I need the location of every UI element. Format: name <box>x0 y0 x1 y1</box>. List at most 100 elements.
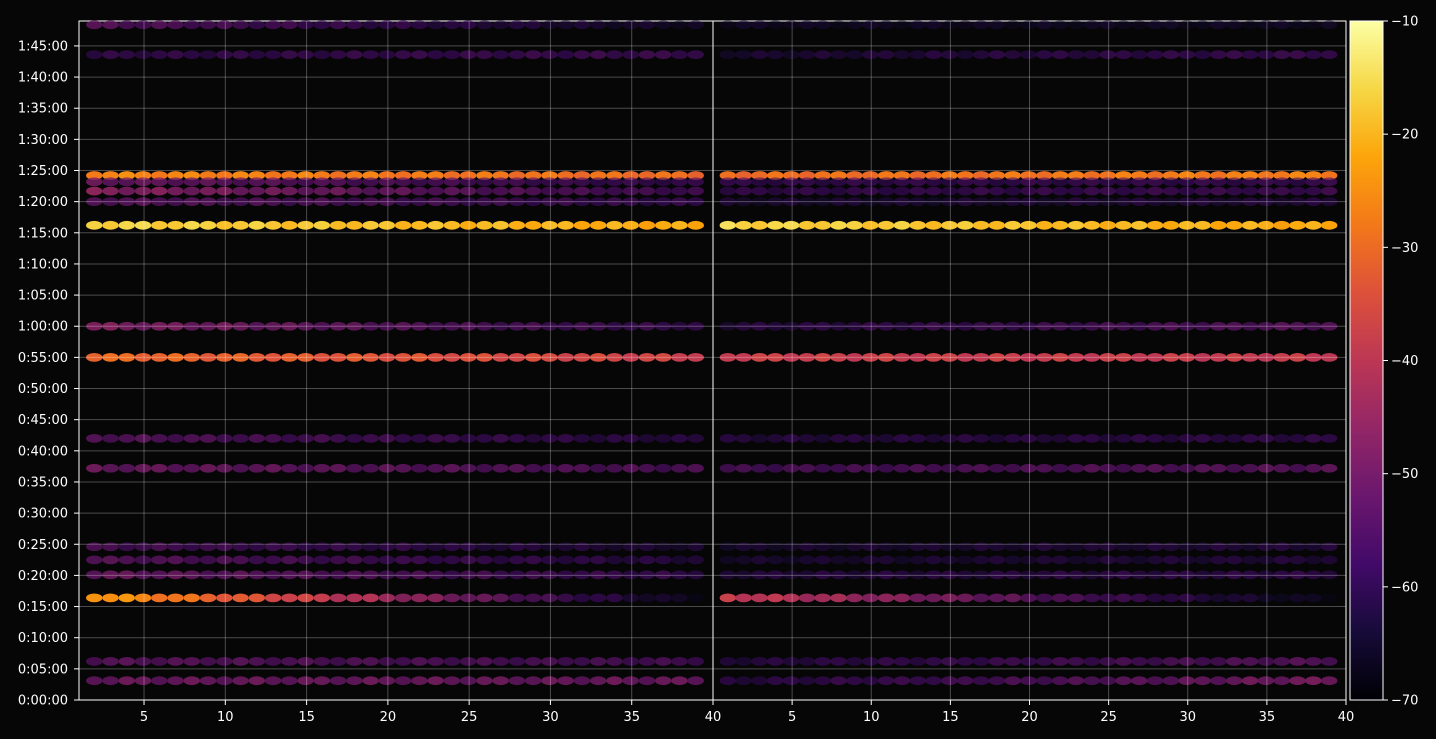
heat-cell <box>459 433 477 443</box>
heat-cell <box>459 177 477 187</box>
heat-cell <box>798 463 816 473</box>
heat-cell <box>151 50 168 60</box>
heat-cell <box>1036 177 1053 187</box>
heat-cell <box>830 555 847 565</box>
heat-cell <box>909 570 926 580</box>
heat-cell <box>297 20 314 30</box>
heat-cell <box>1051 656 1069 666</box>
heat-cell <box>877 542 895 552</box>
heat-cell <box>846 220 863 230</box>
heat-cell <box>281 463 298 473</box>
heat-cell <box>411 542 428 552</box>
heat-cell <box>622 50 639 60</box>
heat-cell <box>151 676 168 686</box>
heat-cell <box>1162 555 1180 565</box>
heat-cell <box>638 593 656 603</box>
heat-cell <box>1036 463 1053 473</box>
heat-cell <box>782 570 800 580</box>
heat-cell <box>1305 50 1322 60</box>
heat-cell <box>814 186 831 196</box>
heat-cell <box>1020 570 1037 580</box>
heat-cell <box>118 656 135 666</box>
heat-cell <box>1067 656 1085 666</box>
heat-cell <box>1320 656 1338 666</box>
heat-cell <box>909 177 926 187</box>
heat-cell <box>1115 656 1132 666</box>
heat-cell <box>1115 50 1132 60</box>
heat-cell <box>1115 570 1132 580</box>
heat-cell <box>972 463 990 473</box>
heat-cell <box>492 676 509 686</box>
y-tick-label: 1:00:00 <box>18 320 68 335</box>
heat-cell <box>671 656 688 666</box>
heat-cell <box>606 656 623 666</box>
heat-cell <box>167 186 184 196</box>
heat-cell <box>1020 186 1037 196</box>
heat-cell <box>541 433 558 443</box>
heat-cell <box>329 570 347 580</box>
heat-cell <box>862 463 879 473</box>
heat-cell <box>1289 20 1306 30</box>
heat-cell <box>1289 186 1306 196</box>
heat-cell <box>86 433 103 443</box>
heat-cell <box>1036 593 1053 603</box>
colorbar-tick-label: −10 <box>1391 15 1418 30</box>
heat-cell <box>248 177 266 187</box>
heat-cell <box>1004 593 1021 603</box>
heat-cell <box>1320 186 1338 196</box>
heat-cell <box>814 177 831 187</box>
heat-cell <box>719 593 737 603</box>
heat-cell <box>541 220 558 230</box>
heat-cell <box>281 177 298 187</box>
heat-cell <box>1036 20 1053 30</box>
heat-cell <box>134 433 152 443</box>
heat-cell <box>459 676 477 686</box>
heat-cell <box>1273 20 1290 30</box>
heat-cell <box>846 676 863 686</box>
heat-cell <box>362 20 379 30</box>
heat-cell <box>167 555 184 565</box>
heat-cell <box>232 20 249 30</box>
heat-cell <box>1194 220 1211 230</box>
heat-cell <box>476 593 493 603</box>
heat-cell <box>459 555 477 565</box>
heat-cell <box>1257 177 1275 187</box>
heat-cell <box>232 593 249 603</box>
heat-cell <box>1194 433 1211 443</box>
heat-cell <box>151 186 168 196</box>
heat-cell <box>86 570 103 580</box>
heat-cell <box>1210 570 1227 580</box>
heat-cell <box>1257 676 1275 686</box>
heat-cell <box>798 20 816 30</box>
colorbar: −10 −20 −30 −40 −50 −60 −70 <box>1349 15 1418 709</box>
heat-cell <box>427 186 444 196</box>
heat-cell <box>134 656 152 666</box>
heat-cell <box>830 20 847 30</box>
heat-cell <box>508 50 526 60</box>
heat-cell <box>443 433 461 443</box>
heat-cell <box>719 676 737 686</box>
heat-cell <box>573 433 591 443</box>
heat-cell <box>655 186 672 196</box>
heat-cell <box>877 186 895 196</box>
heat-cell <box>476 463 493 473</box>
heat-cell <box>909 50 926 60</box>
heat-cell <box>1083 50 1101 60</box>
heat-cell <box>893 220 911 230</box>
heat-cell <box>1146 463 1164 473</box>
heat-cell <box>988 50 1006 60</box>
heat-cell <box>1226 542 1243 552</box>
heat-cell <box>1020 656 1037 666</box>
heat-cell <box>1320 220 1338 230</box>
heat-cell <box>151 20 168 30</box>
heat-cell <box>1226 555 1243 565</box>
heat-cell <box>925 20 942 30</box>
heat-cell <box>476 433 493 443</box>
heat-cell <box>102 676 119 686</box>
heat-cell <box>573 20 591 30</box>
heat-cell <box>476 656 493 666</box>
heat-cell <box>199 433 217 443</box>
heat-cell <box>782 593 800 603</box>
heat-cell <box>411 220 428 230</box>
heat-cell <box>830 186 847 196</box>
